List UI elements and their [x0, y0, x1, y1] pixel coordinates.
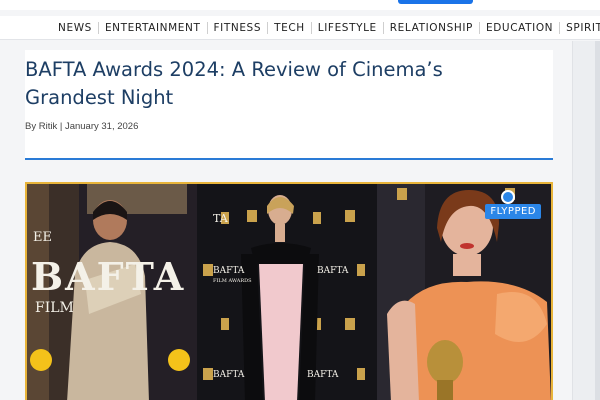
active-tab-indicator[interactable]	[398, 0, 473, 4]
top-strip	[0, 0, 600, 10]
person-right-lips	[460, 243, 474, 249]
person-right-neck	[453, 254, 481, 276]
person-mid-skirt	[259, 264, 303, 400]
backdrop-bafta-large: BAFTA	[31, 254, 186, 299]
scrollbar[interactable]	[595, 41, 600, 400]
bafta-trophy-base	[437, 380, 453, 400]
person-right-arm	[387, 300, 419, 400]
flypped-logo-icon	[501, 190, 515, 204]
ee-logo-left	[30, 349, 52, 371]
backdrop-film: FILM	[35, 300, 74, 316]
nav-item-tech[interactable]: TECH	[268, 21, 312, 34]
main-nav: NEWS ENTERTAINMENT FITNESS TECH LIFESTYL…	[0, 16, 600, 40]
person-mid-neck	[275, 224, 285, 242]
bafta-trophy-icon	[427, 340, 463, 384]
nav-item-education[interactable]: EDUCATION	[480, 21, 561, 34]
person-mid-bodice	[251, 243, 311, 264]
nav-item-entertainment[interactable]: ENTERTAINMENT	[99, 21, 208, 34]
nav-item-relationship[interactable]: RELATIONSHIP	[384, 21, 480, 34]
article-meta: By Ritik | January 31, 2026	[25, 121, 139, 132]
hero-image: EE BAFTA FILM TA BAFTA FILM AWARDS BAFTA…	[25, 182, 553, 400]
nav-item-fitness[interactable]: FITNESS	[208, 21, 269, 34]
page: NEWS ENTERTAINMENT FITNESS TECH LIFESTYL…	[0, 0, 600, 400]
backdrop-ee: EE	[33, 230, 52, 245]
nav-item-spiritual[interactable]: SPIRITUAL	[560, 22, 600, 34]
article-header: BAFTA Awards 2024: A Review of Cinema’s …	[25, 50, 553, 160]
nav-item-news[interactable]: NEWS	[52, 21, 99, 34]
article-title: BAFTA Awards 2024: A Review of Cinema’s …	[25, 58, 443, 109]
backdrop-bafta-small: BAFTA	[213, 266, 245, 276]
nav-item-lifestyle[interactable]: LIFESTYLE	[312, 21, 384, 34]
backdrop-bafta-small: BAFTA	[213, 370, 245, 380]
ee-logo-mid	[168, 349, 190, 371]
sidebar-area	[572, 41, 600, 400]
flypped-watermark: FLYPPED	[485, 204, 541, 219]
backdrop-fragment: TA	[213, 212, 228, 225]
backdrop-bafta-small: BAFTA	[317, 266, 349, 276]
backdrop-film-awards: FILM AWARDS	[213, 278, 252, 284]
backdrop-bafta-small: BAFTA	[307, 370, 339, 380]
